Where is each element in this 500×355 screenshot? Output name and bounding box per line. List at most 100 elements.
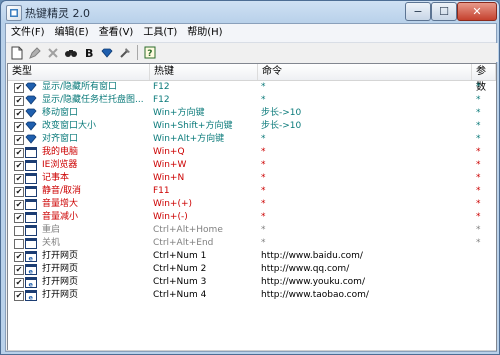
- find-icon[interactable]: [62, 44, 80, 61]
- row-checkbox[interactable]: ✔: [14, 200, 24, 210]
- row-hotkey: Ctrl+Num 3: [153, 277, 207, 287]
- list-item[interactable]: ✔ e 打开网页 Ctrl+Num 4 http://www.taobao.com/: [8, 289, 496, 302]
- menu-edit[interactable]: 编辑(E): [50, 24, 94, 42]
- hotkey-list[interactable]: 类型 热键 命令 参数 ✔ 显示/隐藏所有窗口 F12 * * ✔ 显示/隐藏任务栏托盘图.…: [7, 63, 497, 351]
- row-param: *: [476, 225, 481, 235]
- maximize-button[interactable]: ☐: [431, 2, 457, 21]
- gem-icon: [25, 82, 37, 93]
- svg-text:B: B: [85, 47, 93, 59]
- edit-icon[interactable]: [26, 44, 44, 61]
- row-param: [476, 250, 494, 263]
- row-hotkey: Ctrl+Num 1: [153, 251, 207, 261]
- row-command: *: [261, 186, 266, 196]
- list-item[interactable]: ✔ 静音/取消 F11 * *: [8, 185, 496, 198]
- svg-text:e: e: [29, 294, 34, 302]
- menu-view[interactable]: 查看(V): [94, 24, 139, 42]
- row-checkbox[interactable]: [14, 239, 24, 249]
- row-type: 移动窗口: [42, 108, 79, 118]
- row-hotkey: Win+W: [153, 160, 187, 170]
- row-type: 改变窗口大小: [42, 121, 97, 131]
- row-param: [476, 276, 494, 289]
- window-icon: [25, 186, 37, 197]
- tools-icon[interactable]: [116, 44, 134, 61]
- delete-icon[interactable]: [44, 44, 62, 61]
- window-icon: [25, 212, 37, 223]
- help-icon[interactable]: ?: [141, 44, 159, 61]
- row-hotkey: Win+Shift+方向键: [153, 121, 233, 131]
- list-item[interactable]: ✔ 显示/隐藏所有窗口 F12 * *: [8, 81, 496, 94]
- new-document-icon[interactable]: [8, 44, 26, 61]
- menu-tools[interactable]: 工具(T): [138, 24, 182, 42]
- gem-icon[interactable]: [98, 44, 116, 61]
- column-header-type[interactable]: 类型: [8, 64, 150, 80]
- row-checkbox[interactable]: ✔: [14, 122, 24, 132]
- list-item[interactable]: ✔ 显示/隐藏任务栏托盘图... F12 * *: [8, 94, 496, 107]
- row-command: *: [261, 95, 266, 105]
- row-checkbox[interactable]: ✔: [14, 265, 24, 275]
- row-command: *: [261, 82, 266, 92]
- row-checkbox[interactable]: ✔: [14, 109, 24, 119]
- row-checkbox[interactable]: ✔: [14, 148, 24, 158]
- row-command: *: [261, 199, 266, 209]
- minimize-button[interactable]: −: [405, 2, 431, 21]
- row-hotkey: Win+(+): [153, 199, 193, 209]
- row-type: 打开网页: [42, 277, 79, 287]
- window-title: 热键精灵 2.0: [25, 7, 90, 20]
- row-hotkey: Win+(-): [153, 212, 188, 222]
- client-area: 文件(F) 编辑(E) 查看(V) 工具(T) 帮助(H) B ? 类型 热键 …: [5, 23, 498, 352]
- row-checkbox[interactable]: ✔: [14, 174, 24, 184]
- row-checkbox[interactable]: ✔: [14, 96, 24, 106]
- menu-file[interactable]: 文件(F): [6, 24, 50, 42]
- app-icon[interactable]: [6, 5, 22, 21]
- list-item[interactable]: ✔ 移动窗口 Win+方向键 步长->10 *: [8, 107, 496, 120]
- row-type: 打开网页: [42, 290, 79, 300]
- row-checkbox[interactable]: ✔: [14, 291, 24, 301]
- row-checkbox[interactable]: ✔: [14, 252, 24, 262]
- bold-icon[interactable]: B: [80, 44, 98, 61]
- row-param: *: [476, 134, 481, 144]
- window-icon: [25, 238, 37, 249]
- row-command: 步长->10: [261, 121, 302, 131]
- bottom-divider: [6, 350, 496, 351]
- row-type: 显示/隐藏任务栏托盘图...: [42, 95, 144, 105]
- list-item[interactable]: ✔ 记事本 Win+N * *: [8, 172, 496, 185]
- list-item[interactable]: ✔ e 打开网页 Ctrl+Num 1 http://www.baidu.com/: [8, 250, 496, 263]
- list-item[interactable]: 关机 Ctrl+Alt+End * *: [8, 237, 496, 250]
- row-command: http://www.youku.com/: [261, 277, 365, 287]
- row-hotkey: Ctrl+Num 4: [153, 290, 207, 300]
- list-item[interactable]: ✔ 我的电脑 Win+Q * *: [8, 146, 496, 159]
- list-item[interactable]: ✔ 音量增大 Win+(+) * *: [8, 198, 496, 211]
- row-checkbox[interactable]: ✔: [14, 83, 24, 93]
- column-header-param[interactable]: 参数: [472, 64, 496, 93]
- svg-text:e: e: [29, 268, 34, 276]
- gem-icon: [25, 121, 37, 132]
- list-item[interactable]: ✔ 改变窗口大小 Win+Shift+方向键 步长->10 *: [8, 120, 496, 133]
- row-checkbox[interactable]: ✔: [14, 161, 24, 171]
- row-checkbox[interactable]: [14, 226, 24, 236]
- list-item[interactable]: ✔ e 打开网页 Ctrl+Num 3 http://www.youku.com/: [8, 276, 496, 289]
- window-icon: [25, 199, 37, 210]
- window-icon: [25, 173, 37, 184]
- list-item[interactable]: ✔ 对齐窗口 Win+Alt+方向键 * *: [8, 133, 496, 146]
- row-checkbox[interactable]: ✔: [14, 213, 24, 223]
- row-type: 打开网页: [42, 251, 79, 261]
- close-button[interactable]: ✕: [457, 2, 497, 21]
- column-header-hotkey[interactable]: 热键: [150, 64, 258, 80]
- list-item[interactable]: ✔ IE浏览器 Win+W * *: [8, 159, 496, 172]
- menu-help[interactable]: 帮助(H): [182, 24, 227, 42]
- row-checkbox[interactable]: ✔: [14, 278, 24, 288]
- list-item[interactable]: ✔ 音量减小 Win+(-) * *: [8, 211, 496, 224]
- row-type: 显示/隐藏所有窗口: [42, 82, 118, 92]
- list-header: 类型 热键 命令 参数: [8, 64, 496, 93]
- column-header-command[interactable]: 命令: [258, 64, 472, 80]
- list-item[interactable]: 重启 Ctrl+Alt+Home * *: [8, 224, 496, 237]
- title-bar[interactable]: 热键精灵 2.0 − ☐ ✕: [1, 1, 499, 23]
- row-command: *: [261, 225, 266, 235]
- window-icon: [25, 225, 37, 236]
- row-checkbox[interactable]: ✔: [14, 187, 24, 197]
- list-item[interactable]: ✔ e 打开网页 Ctrl+Num 2 http://www.qq.com/: [8, 263, 496, 276]
- ie-icon: e: [25, 264, 37, 275]
- row-type: 记事本: [42, 173, 70, 183]
- row-param: *: [476, 147, 481, 157]
- row-checkbox[interactable]: ✔: [14, 135, 24, 145]
